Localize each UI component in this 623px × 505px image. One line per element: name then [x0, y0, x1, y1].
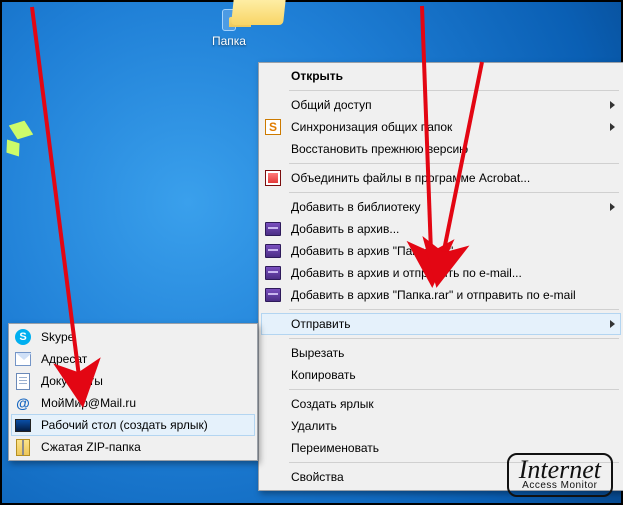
submenu-arrow-icon [610, 123, 615, 131]
submenu-arrow-icon [610, 101, 615, 109]
menu-item-label: Рабочий стол (создать ярлык) [41, 418, 208, 432]
menu-item[interactable]: Копировать [261, 364, 621, 386]
winrar-icon [265, 265, 281, 281]
menu-item-label: Добавить в архив и отправить по e-mail..… [291, 266, 522, 280]
menu-item[interactable]: Создать ярлык [261, 393, 621, 415]
watermark-line2: Access Monitor [519, 481, 601, 491]
desktop[interactable]: Папка Открыть Общий доступ S Синхронизация … [0, 0, 623, 505]
menu-item[interactable]: Сжатая ZIP-папка [11, 436, 255, 458]
menu-item[interactable]: Добавить в архив и отправить по e-mail..… [261, 262, 621, 284]
menu-item[interactable]: Восстановить прежнюю версию [261, 138, 621, 160]
menu-item-label: Создать ярлык [291, 397, 374, 411]
menu-item[interactable]: Добавить в архив... [261, 218, 621, 240]
submenu-arrow-icon [610, 320, 615, 328]
zip-folder-icon [15, 439, 31, 455]
menu-item[interactable]: Удалить [261, 415, 621, 437]
context-menu[interactable]: Открыть Общий доступ S Синхронизация общих … [258, 62, 623, 491]
menu-item[interactable]: Рабочий стол (создать ярлык) [11, 414, 255, 436]
skype-icon [15, 329, 31, 345]
menu-separator [289, 163, 619, 164]
menu-item-label: Сжатая ZIP-папка [41, 440, 141, 454]
menu-item[interactable]: @ МойМир@Mail.ru [11, 392, 255, 414]
menu-item[interactable]: Открыть [261, 65, 621, 87]
menu-separator [289, 338, 619, 339]
decor-leaf [5, 116, 36, 144]
menu-separator [289, 389, 619, 390]
menu-item[interactable]: S Синхронизация общих папок [261, 116, 621, 138]
menu-item-label: Общий доступ [291, 98, 372, 112]
menu-item[interactable]: Добавить в архив "Папка.rar" [261, 240, 621, 262]
watermark-logo: Internet Access Monitor [507, 453, 613, 497]
menu-item[interactable]: Адресат [11, 348, 255, 370]
menu-item[interactable]: Skype [11, 326, 255, 348]
menu-item[interactable]: Объединить файлы в программе Acrobat... [261, 167, 621, 189]
menu-item-label: Удалить [291, 419, 337, 433]
menu-item[interactable]: Общий доступ [261, 94, 621, 116]
mailru-icon: @ [15, 395, 31, 411]
menu-item-label: Адресат [41, 352, 87, 366]
acrobat-icon [265, 170, 281, 186]
menu-item[interactable]: Добавить в библиотеку [261, 196, 621, 218]
menu-item-label: Копировать [291, 368, 356, 382]
menu-separator [289, 309, 619, 310]
menu-item[interactable]: Документы [11, 370, 255, 392]
menu-item-label: Skype [41, 330, 74, 344]
decor-leaf [0, 135, 25, 161]
winrar-icon [265, 287, 281, 303]
menu-item[interactable]: Добавить в архив "Папка.rar" и отправить… [261, 284, 621, 306]
menu-item-label: Добавить в архив "Папка.rar" [291, 244, 453, 258]
sync-icon: S [265, 119, 281, 135]
menu-item-label: Синхронизация общих папок [291, 120, 452, 134]
menu-item-label: Свойства [291, 470, 344, 484]
menu-item-label: Добавить в библиотеку [291, 200, 421, 214]
desktop-folder[interactable]: Папка [192, 10, 266, 48]
menu-item-label: Отправить [291, 317, 351, 331]
menu-item-label: Переименовать [291, 441, 379, 455]
menu-item-label: Объединить файлы в программе Acrobat... [291, 171, 530, 185]
menu-separator [289, 90, 619, 91]
menu-item[interactable]: Отправить [261, 313, 621, 335]
menu-item-label: Документы [41, 374, 103, 388]
winrar-icon [265, 221, 281, 237]
menu-item-label: Добавить в архив "Папка.rar" и отправить… [291, 288, 576, 302]
winrar-icon [265, 243, 281, 259]
submenu-arrow-icon [610, 203, 615, 211]
menu-item[interactable]: Вырезать [261, 342, 621, 364]
documents-icon [15, 373, 31, 389]
menu-item-label: МойМир@Mail.ru [41, 396, 136, 410]
menu-item-label: Вырезать [291, 346, 344, 360]
sendto-submenu[interactable]: Skype Адресат Документы @ МойМир@Mail.ru Рабо… [8, 323, 258, 461]
desktop-icon [15, 417, 31, 433]
folder-label: Папка [192, 34, 266, 48]
mail-icon [15, 351, 31, 367]
menu-separator [289, 192, 619, 193]
menu-item-label: Добавить в архив... [291, 222, 399, 236]
menu-item-label: Восстановить прежнюю версию [291, 142, 468, 156]
menu-item-label: Открыть [291, 69, 343, 83]
